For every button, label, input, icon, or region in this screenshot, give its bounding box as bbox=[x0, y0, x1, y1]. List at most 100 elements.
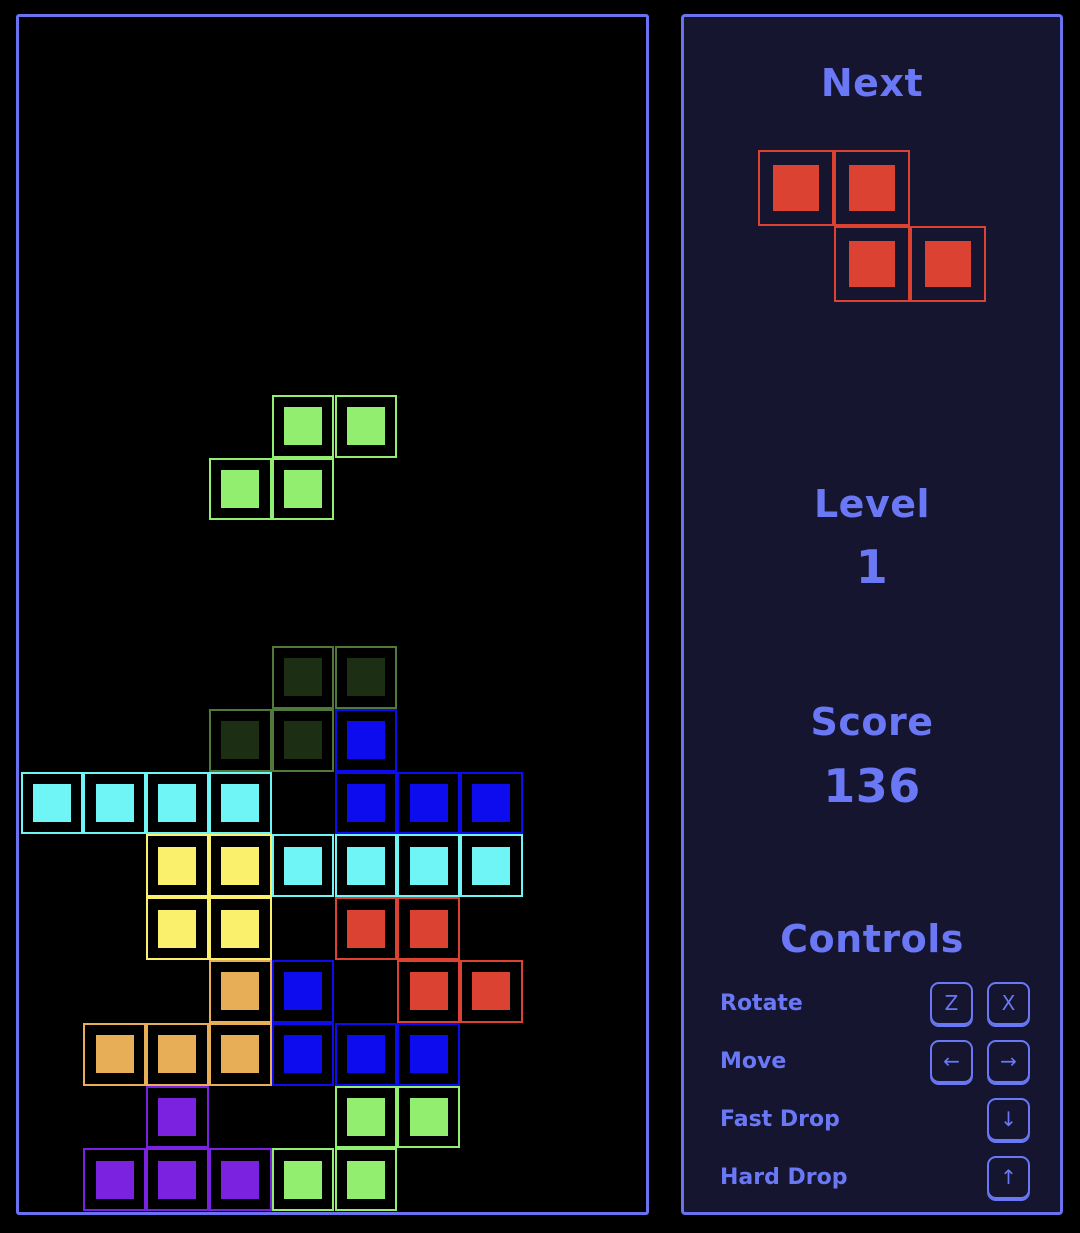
block-fill bbox=[409, 846, 448, 885]
key-button[interactable]: ↓ bbox=[987, 1097, 1030, 1141]
board-cell-red bbox=[460, 960, 523, 1023]
block-fill bbox=[95, 1160, 134, 1199]
block-fill bbox=[472, 972, 511, 1011]
board-cell-green bbox=[397, 1085, 461, 1149]
control-label: Rotate bbox=[720, 990, 803, 1016]
block-fill bbox=[472, 846, 511, 885]
board-cell-ghost bbox=[334, 646, 398, 709]
block-fill bbox=[409, 972, 448, 1011]
block-fill bbox=[284, 846, 323, 885]
control-keys: ↑ bbox=[906, 1155, 1030, 1199]
board-cell-red bbox=[334, 897, 398, 960]
next-cell bbox=[758, 150, 834, 226]
board-cell-ghost bbox=[271, 708, 335, 772]
control-row-fast-drop: Fast Drop ↓ bbox=[720, 1090, 1030, 1148]
board-cell-blue bbox=[334, 708, 398, 772]
block-fill bbox=[221, 721, 260, 760]
board-cell-blue bbox=[460, 771, 523, 835]
key-button[interactable]: Z bbox=[930, 981, 973, 1025]
block-fill bbox=[284, 721, 323, 760]
next-cell bbox=[910, 226, 986, 302]
block-fill bbox=[346, 407, 385, 446]
block-fill bbox=[158, 909, 197, 948]
block-fill bbox=[849, 165, 895, 211]
block-fill bbox=[158, 1160, 197, 1199]
block-fill bbox=[346, 846, 385, 885]
block-fill bbox=[925, 241, 971, 287]
block-fill bbox=[221, 783, 260, 822]
level-title: Level bbox=[813, 482, 931, 526]
block-fill bbox=[32, 783, 71, 822]
block-fill bbox=[95, 783, 134, 822]
board-cell-green bbox=[334, 1148, 398, 1212]
board-cell-purple bbox=[208, 1148, 272, 1212]
block-fill bbox=[346, 783, 385, 822]
game-board[interactable] bbox=[16, 14, 649, 1215]
control-label: Hard Drop bbox=[720, 1164, 848, 1190]
controls-title: Controls bbox=[780, 917, 964, 961]
next-cell bbox=[834, 226, 910, 302]
board-cell-orange bbox=[208, 1022, 272, 1086]
block-fill bbox=[346, 1160, 385, 1199]
board-cell-green bbox=[334, 1085, 398, 1149]
block-fill bbox=[284, 1035, 323, 1074]
board-cell-yellow bbox=[146, 897, 209, 960]
block-fill bbox=[346, 909, 385, 948]
block-fill bbox=[346, 721, 385, 760]
block-fill bbox=[95, 1035, 134, 1074]
board-cell-blue bbox=[334, 1022, 398, 1086]
block-fill bbox=[158, 846, 197, 885]
board-grid bbox=[19, 17, 647, 1213]
key-button[interactable]: X bbox=[987, 981, 1030, 1025]
block-fill bbox=[284, 407, 323, 446]
board-cell-red bbox=[397, 960, 461, 1023]
control-row-move: Move ← → bbox=[720, 1032, 1030, 1090]
score-value: 136 bbox=[823, 759, 921, 813]
key-button[interactable]: ← bbox=[930, 1039, 973, 1083]
board-cell-cyan bbox=[334, 834, 398, 898]
board-cell-yellow bbox=[208, 834, 272, 898]
key-button[interactable]: → bbox=[987, 1039, 1030, 1083]
board-cell-orange bbox=[208, 960, 272, 1023]
board-cell-yellow bbox=[146, 834, 209, 898]
block-fill bbox=[284, 469, 323, 508]
board-cell-ghost bbox=[208, 708, 272, 772]
board-cell-green bbox=[208, 457, 272, 521]
block-fill bbox=[284, 1160, 323, 1199]
board-cell-blue bbox=[397, 771, 461, 835]
control-row-rotate: Rotate Z X bbox=[720, 974, 1030, 1032]
side-panel: Next Level 1 Score 136 Controls Rotate Z X… bbox=[681, 14, 1063, 1215]
block-fill bbox=[221, 972, 260, 1011]
board-cell-blue bbox=[397, 1022, 461, 1086]
board-cell-green bbox=[271, 457, 335, 521]
tetris-game: Next Level 1 Score 136 Controls Rotate Z X… bbox=[0, 0, 1080, 1233]
block-fill bbox=[158, 1035, 197, 1074]
board-cell-green bbox=[271, 1148, 335, 1212]
block-fill bbox=[284, 972, 323, 1011]
next-cell bbox=[834, 150, 910, 226]
board-cell-cyan bbox=[271, 834, 335, 898]
block-fill bbox=[849, 241, 895, 287]
controls-list: Rotate Z X Move ← → Fast Drop ↓ Hard Drop ↑ bbox=[720, 974, 1030, 1206]
board-cell-purple bbox=[83, 1148, 147, 1212]
board-cell-ghost bbox=[271, 646, 335, 709]
score-title: Score bbox=[810, 700, 934, 744]
key-button[interactable]: ↑ bbox=[987, 1155, 1030, 1199]
block-fill bbox=[221, 1035, 260, 1074]
board-cell-cyan bbox=[208, 771, 272, 835]
next-title: Next bbox=[820, 61, 924, 105]
board-cell-orange bbox=[83, 1022, 147, 1086]
block-fill bbox=[221, 1160, 260, 1199]
next-piece-grid bbox=[758, 150, 986, 310]
board-cell-cyan bbox=[20, 771, 84, 835]
board-cell-yellow bbox=[208, 897, 272, 960]
block-fill bbox=[472, 783, 511, 822]
board-cell-cyan bbox=[460, 834, 523, 898]
block-fill bbox=[409, 783, 448, 822]
board-cell-green bbox=[334, 394, 398, 458]
board-cell-red bbox=[397, 897, 461, 960]
board-cell-green bbox=[271, 394, 335, 458]
block-fill bbox=[409, 909, 448, 948]
block-fill bbox=[158, 783, 197, 822]
board-cell-blue bbox=[334, 771, 398, 835]
